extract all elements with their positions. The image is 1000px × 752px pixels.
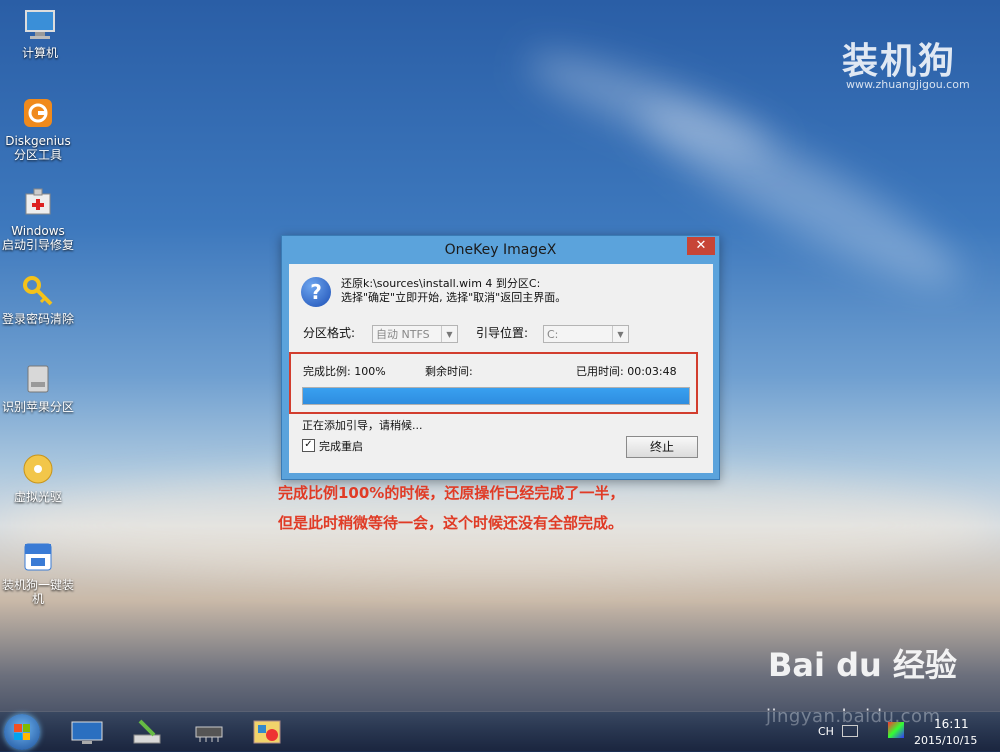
computer-icon — [23, 8, 57, 42]
desktop-icon-zhuangjigou[interactable]: 装机狗一键装 机 — [0, 540, 78, 606]
input-language[interactable]: CH — [818, 725, 834, 738]
start-button[interactable] — [4, 714, 40, 750]
drive-icon — [21, 362, 55, 396]
keyboard-icon[interactable] — [842, 725, 858, 737]
desktop-icon-diskgenius[interactable]: Diskgenius 分区工具 — [0, 96, 78, 162]
desktop-icon-label: 登录密码清除 — [1, 312, 74, 326]
desktop-icon-label: Diskgenius 分区工具 — [5, 134, 71, 162]
diskgenius-icon — [21, 96, 55, 130]
dialog-message: 还原k:\sources\install.wim 4 到分区C: 选择"确定"立… — [341, 277, 566, 305]
cloud — [519, 37, 781, 173]
desktop-icon-label: Windows 启动引导修复 — [1, 224, 74, 252]
desktop-icon-password-clear[interactable]: 登录密码清除 — [0, 274, 78, 326]
status-text: 正在添加引导，请稍候... — [302, 419, 423, 432]
brand-logo: 装机狗 — [842, 40, 957, 82]
restart-label: 完成重启 — [319, 440, 363, 453]
display-icon[interactable] — [888, 722, 904, 738]
desktop-icon-label: 识别苹果分区 — [1, 400, 74, 414]
partition-format-value: 自动 NTFS — [376, 328, 430, 341]
question-icon: ? — [301, 277, 331, 307]
desktop-icon-boot-repair[interactable]: Windows 启动引导修复 — [0, 186, 78, 252]
taskbar-chip-icon[interactable] — [192, 717, 226, 747]
cd-icon — [21, 452, 55, 486]
restart-checkbox[interactable]: ✓ — [302, 439, 315, 452]
desktop-icon-label: 计算机 — [21, 46, 58, 60]
boot-repair-icon — [21, 186, 55, 220]
taskbar-brush-icon[interactable] — [130, 717, 164, 747]
desktop-icon-virtual-drive[interactable]: 虚拟光驱 — [0, 452, 78, 504]
message-line-1: 还原k:\sources\install.wim 4 到分区C: — [341, 277, 541, 290]
desktop-icon-apple-partition[interactable]: 识别苹果分区 — [0, 362, 78, 414]
taskbar: CH 16:11 2015/10/15 — [0, 711, 1000, 752]
boot-location-label: 引导位置: — [476, 326, 529, 340]
brand-url: www.zhuangjigou.com — [846, 78, 970, 91]
dialog-title: OneKey ImageX — [444, 242, 557, 258]
taskbar-monitor-icon[interactable] — [70, 717, 104, 747]
boot-location-value: C: — [547, 328, 559, 341]
annotation-line-1: 完成比例100%的时候，还原操作已经完成了一半， — [278, 484, 625, 502]
chevron-down-icon: ▼ — [612, 326, 628, 342]
desktop-icon-computer[interactable]: 计算机 — [0, 8, 80, 60]
taskbar-tools-icon[interactable] — [250, 717, 284, 747]
key-icon — [21, 274, 55, 308]
partition-format-select[interactable]: 自动 NTFS ▼ — [372, 325, 458, 343]
zhuangjigou-icon — [21, 540, 55, 574]
clock-time[interactable]: 16:11 — [934, 717, 969, 731]
message-line-2: 选择"确定"立即开始, 选择"取消"返回主界面。 — [341, 291, 567, 304]
desktop-icon-label: 虚拟光驱 — [13, 490, 62, 504]
annotation-line-2: 但是此时稍微等待一会，这个时候还没有全部完成。 — [278, 514, 624, 532]
baidu-watermark: Bai du 经验 — [768, 646, 957, 684]
chevron-down-icon: ▼ — [441, 326, 457, 342]
boot-location-select[interactable]: C: ▼ — [543, 325, 629, 343]
clock-date[interactable]: 2015/10/15 — [914, 734, 977, 747]
dialog-titlebar[interactable]: OneKey ImageX ✕ — [282, 236, 719, 264]
partition-format-label: 分区格式: — [303, 326, 356, 340]
desktop-icon-label: 装机狗一键装 机 — [1, 578, 74, 606]
highlight-box — [289, 352, 698, 414]
close-button[interactable]: ✕ — [687, 237, 715, 255]
windows-logo-icon — [14, 724, 30, 740]
stop-button[interactable]: 终止 — [626, 436, 698, 458]
